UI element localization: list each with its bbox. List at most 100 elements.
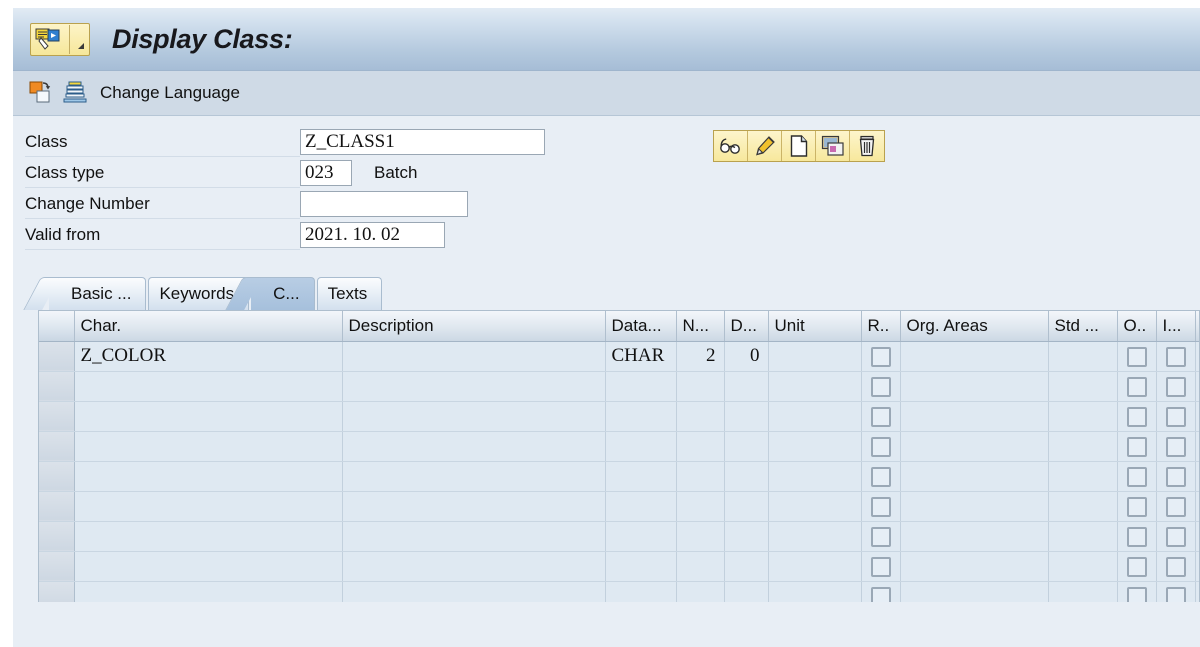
cell-description[interactable] xyxy=(342,521,605,551)
cell-o_flag[interactable] xyxy=(1117,521,1156,551)
cell-i_flag[interactable] xyxy=(1156,461,1195,491)
cell-description[interactable] xyxy=(342,341,605,371)
cell-orig[interactable] xyxy=(1195,551,1200,581)
cell-i_flag[interactable] xyxy=(1156,551,1195,581)
cell-org_areas[interactable] xyxy=(900,461,1048,491)
cell-datatype[interactable] xyxy=(605,431,676,461)
cell-required[interactable] xyxy=(861,341,900,371)
cell-required[interactable] xyxy=(861,401,900,431)
row-selector[interactable] xyxy=(39,551,74,581)
cell-char[interactable] xyxy=(74,401,342,431)
row-selector[interactable] xyxy=(39,401,74,431)
table-row[interactable] xyxy=(39,401,1200,431)
table-row[interactable] xyxy=(39,491,1200,521)
cell-orig[interactable] xyxy=(1195,521,1200,551)
copy-windows-button[interactable] xyxy=(816,131,850,161)
cell-unit[interactable] xyxy=(768,341,861,371)
column-header-orig[interactable]: Orig xyxy=(1195,311,1200,341)
cell-unit[interactable] xyxy=(768,461,861,491)
cell-o_flag[interactable] xyxy=(1117,401,1156,431)
cell-org_areas[interactable] xyxy=(900,521,1048,551)
cell-decimals[interactable] xyxy=(724,371,768,401)
display-glasses-button[interactable] xyxy=(714,131,748,161)
row-selector[interactable] xyxy=(39,371,74,401)
column-header-org_areas[interactable]: Org. Areas xyxy=(900,311,1048,341)
column-header-datatype[interactable]: Data... xyxy=(605,311,676,341)
class-menu-button[interactable] xyxy=(30,23,90,56)
cell-unit[interactable] xyxy=(768,551,861,581)
cell-required[interactable] xyxy=(861,581,900,602)
column-header-required[interactable]: R.. xyxy=(861,311,900,341)
cell-o_flag[interactable] xyxy=(1117,371,1156,401)
cell-i_flag[interactable] xyxy=(1156,521,1195,551)
checkbox-o_flag[interactable] xyxy=(1127,467,1147,487)
cell-required[interactable] xyxy=(861,551,900,581)
checkbox-i_flag[interactable] xyxy=(1166,467,1186,487)
cell-datatype[interactable] xyxy=(605,461,676,491)
checkbox-o_flag[interactable] xyxy=(1127,437,1147,457)
checkbox-i_flag[interactable] xyxy=(1166,347,1186,367)
valid-from-input[interactable]: 2021. 10. 02 xyxy=(300,222,445,248)
cell-description[interactable] xyxy=(342,401,605,431)
column-header-description[interactable]: Description xyxy=(342,311,605,341)
cell-o_flag[interactable] xyxy=(1117,581,1156,602)
cell-char[interactable] xyxy=(74,371,342,401)
checkbox-o_flag[interactable] xyxy=(1127,377,1147,397)
cell-i_flag[interactable] xyxy=(1156,401,1195,431)
column-header-char[interactable]: Char. xyxy=(74,311,342,341)
table-row[interactable] xyxy=(39,581,1200,602)
cell-orig[interactable] xyxy=(1195,371,1200,401)
cell-description[interactable] xyxy=(342,431,605,461)
cell-datatype[interactable] xyxy=(605,371,676,401)
cell-description[interactable] xyxy=(342,551,605,581)
cell-std[interactable] xyxy=(1048,461,1117,491)
cell-o_flag[interactable] xyxy=(1117,491,1156,521)
checkbox-required[interactable] xyxy=(871,437,891,457)
row-selector[interactable] xyxy=(39,521,74,551)
cell-number[interactable] xyxy=(676,491,724,521)
cell-std[interactable] xyxy=(1048,491,1117,521)
cell-char[interactable] xyxy=(74,581,342,602)
cell-datatype[interactable] xyxy=(605,521,676,551)
cell-orig[interactable] xyxy=(1195,581,1200,602)
cell-char[interactable] xyxy=(74,431,342,461)
table-row[interactable] xyxy=(39,521,1200,551)
cell-description[interactable] xyxy=(342,581,605,602)
checkbox-required[interactable] xyxy=(871,377,891,397)
checkbox-i_flag[interactable] xyxy=(1166,377,1186,397)
cell-datatype[interactable] xyxy=(605,551,676,581)
cell-unit[interactable] xyxy=(768,371,861,401)
column-header-o_flag[interactable]: O.. xyxy=(1117,311,1156,341)
cell-datatype[interactable]: CHAR xyxy=(605,341,676,371)
cell-o_flag[interactable] xyxy=(1117,431,1156,461)
checkbox-required[interactable] xyxy=(871,347,891,367)
cell-required[interactable] xyxy=(861,431,900,461)
create-page-button[interactable] xyxy=(782,131,816,161)
row-selector[interactable] xyxy=(39,461,74,491)
cell-decimals[interactable] xyxy=(724,491,768,521)
column-header-i_flag[interactable]: I... xyxy=(1156,311,1195,341)
table-row[interactable]: Z_COLORCHAR20 xyxy=(39,341,1200,371)
checkbox-required[interactable] xyxy=(871,497,891,517)
cell-required[interactable] xyxy=(861,371,900,401)
cell-description[interactable] xyxy=(342,491,605,521)
checkbox-i_flag[interactable] xyxy=(1166,407,1186,427)
tab-c-2[interactable]: C... xyxy=(251,277,314,310)
cell-char[interactable] xyxy=(74,521,342,551)
cell-number[interactable] xyxy=(676,371,724,401)
cell-org_areas[interactable] xyxy=(900,371,1048,401)
cell-unit[interactable] xyxy=(768,401,861,431)
cell-orig[interactable] xyxy=(1195,341,1200,371)
checkbox-i_flag[interactable] xyxy=(1166,437,1186,457)
tab-texts-3[interactable]: Texts xyxy=(317,277,383,310)
cell-o_flag[interactable] xyxy=(1117,341,1156,371)
cell-unit[interactable] xyxy=(768,431,861,461)
cell-decimals[interactable] xyxy=(724,401,768,431)
cell-required[interactable] xyxy=(861,521,900,551)
cell-required[interactable] xyxy=(861,491,900,521)
cell-std[interactable] xyxy=(1048,371,1117,401)
cell-unit[interactable] xyxy=(768,521,861,551)
cell-number[interactable] xyxy=(676,551,724,581)
delete-trash-button[interactable] xyxy=(850,131,884,161)
cell-decimals[interactable] xyxy=(724,581,768,602)
